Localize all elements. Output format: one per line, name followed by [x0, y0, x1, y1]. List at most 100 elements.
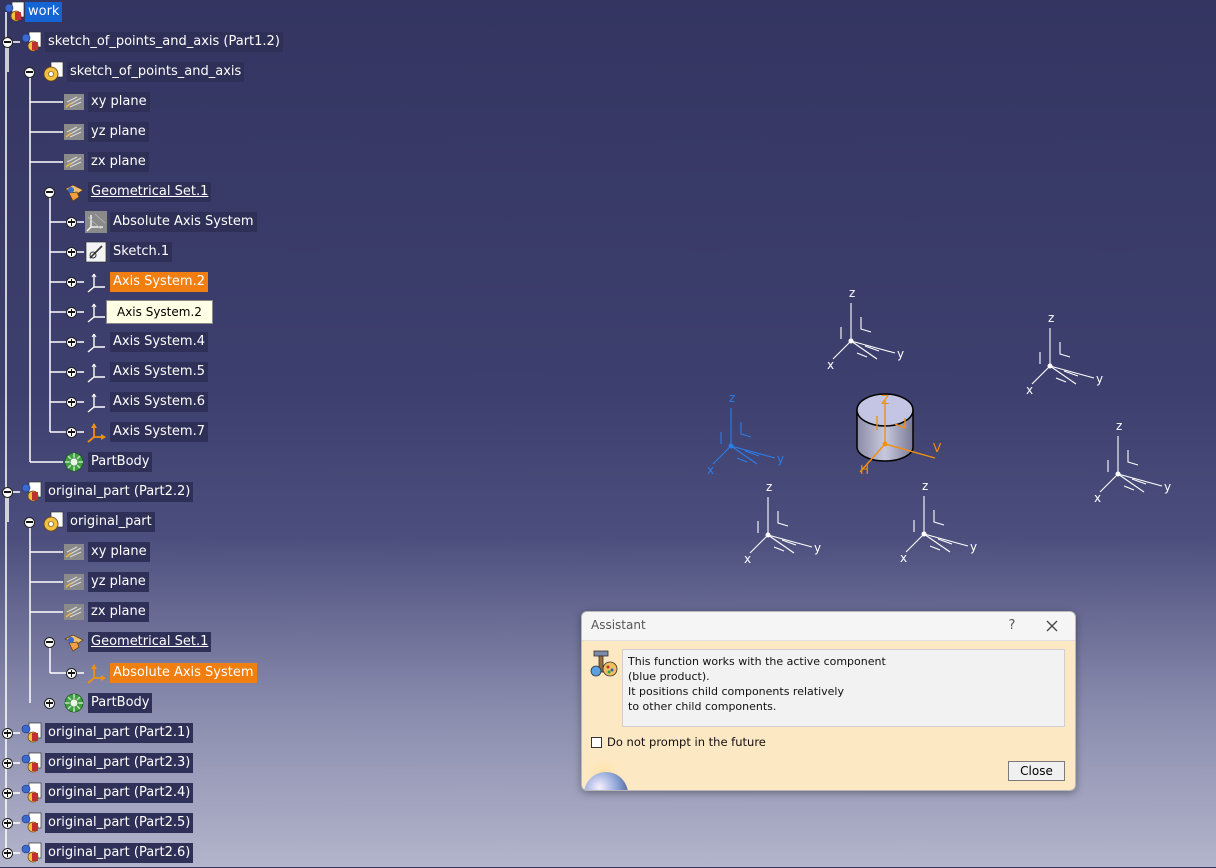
absolute-axis-icon[interactable]: [85, 211, 107, 233]
collapse-toggle-1[interactable]: [2, 36, 13, 48]
axis-label-z: z: [766, 480, 772, 494]
tree-node-label[interactable]: sketch_of_points_and_axis (Part1.2): [45, 32, 283, 52]
tree-node-label[interactable]: zx plane: [88, 152, 149, 172]
product-icon[interactable]: [20, 842, 42, 864]
help-button[interactable]: ?: [1002, 616, 1022, 636]
collapse-toggle-17[interactable]: [24, 516, 35, 528]
assistant-dialog: Assistant ? This function works with the…: [581, 611, 1076, 791]
expand-toggle-13[interactable]: [66, 396, 77, 408]
axis-system-active-icon[interactable]: [85, 421, 107, 443]
expand-toggle-24[interactable]: [2, 727, 13, 739]
do-not-prompt-checkbox[interactable]: [591, 736, 602, 748]
tree-node-label[interactable]: Sketch.1: [110, 242, 173, 262]
collapse-toggle-2[interactable]: [24, 66, 35, 78]
tree-node-label[interactable]: xy plane: [88, 542, 150, 562]
part-icon[interactable]: [42, 61, 64, 83]
tree-node-label[interactable]: original_part (Part2.4): [45, 783, 194, 803]
collapse-toggle-6[interactable]: [44, 186, 55, 198]
tree-node-label[interactable]: zx plane: [88, 602, 149, 622]
tree-node-label[interactable]: xy plane: [88, 92, 150, 112]
axis-label-y: y: [814, 541, 821, 555]
tree-node-label[interactable]: PartBody: [88, 452, 153, 472]
tree-node-label[interactable]: Absolute Axis System: [110, 663, 257, 683]
collapse-toggle-21[interactable]: [44, 636, 55, 648]
expand-toggle-28[interactable]: [2, 847, 13, 859]
expand-toggle-25[interactable]: [2, 757, 13, 769]
tree-node-label[interactable]: Geometrical Set.1: [88, 182, 212, 202]
axis-system-icon[interactable]: [85, 361, 107, 383]
axis-system-triad-6[interactable]: [712, 408, 776, 465]
wizard-hammer-icon: [590, 650, 618, 677]
tree-node-label[interactable]: original_part (Part2.6): [45, 843, 194, 863]
expand-toggle-10[interactable]: [66, 306, 77, 318]
tree-node-label[interactable]: original_part (Part2.3): [45, 753, 194, 773]
expand-toggle-27[interactable]: [2, 817, 13, 829]
part-axis-label-v: V: [933, 441, 942, 455]
plane-icon[interactable]: [63, 151, 85, 173]
plane-icon[interactable]: [63, 541, 85, 563]
expand-toggle-9[interactable]: [66, 276, 77, 288]
product-root-icon[interactable]: [3, 1, 25, 23]
part-axis-label-h: H: [860, 463, 869, 477]
tree-node-label[interactable]: Absolute Axis System: [110, 212, 257, 232]
expand-toggle-23[interactable]: [44, 697, 55, 709]
plane-icon[interactable]: [63, 121, 85, 143]
tree-node-label[interactable]: work: [25, 2, 63, 22]
tree-node-label[interactable]: original_part: [67, 512, 155, 532]
product-icon[interactable]: [20, 752, 42, 774]
axis-system-active-icon[interactable]: [85, 662, 107, 684]
tree-node-label[interactable]: Axis System.4: [110, 332, 208, 352]
axis-system-icon[interactable]: [85, 271, 107, 293]
expand-toggle-26[interactable]: [2, 787, 13, 799]
dialog-close-icon[interactable]: [1041, 615, 1063, 637]
product-icon[interactable]: [20, 481, 42, 503]
expand-toggle-12[interactable]: [66, 366, 77, 378]
message-line-3: It positions child components relatively: [628, 685, 844, 698]
tree-node-label[interactable]: Geometrical Set.1: [88, 632, 212, 652]
geometrical-set-icon[interactable]: [63, 181, 85, 203]
axis-system-triad-5[interactable]: [905, 496, 969, 553]
expand-toggle-8[interactable]: [66, 246, 77, 258]
sketch-icon[interactable]: [85, 241, 107, 263]
geometrical-set-icon[interactable]: [63, 631, 85, 653]
axis-label-z: z: [849, 286, 855, 300]
expand-toggle-7[interactable]: [66, 216, 77, 228]
expand-toggle-11[interactable]: [66, 336, 77, 348]
do-not-prompt-option[interactable]: Do not prompt in the future: [591, 734, 766, 750]
tree-node-label[interactable]: PartBody: [88, 693, 153, 713]
axis-system-icon[interactable]: [85, 391, 107, 413]
tree-node-label[interactable]: yz plane: [88, 122, 149, 142]
tree-node-label[interactable]: original_part (Part2.5): [45, 813, 194, 833]
plane-icon[interactable]: [63, 91, 85, 113]
expand-toggle-22[interactable]: [66, 667, 77, 679]
tree-node-label[interactable]: Axis System.5: [110, 362, 208, 382]
dialog-title-bar[interactable]: Assistant ?: [582, 612, 1075, 641]
tree-node-label[interactable]: Axis System.6: [110, 392, 208, 412]
tree-node-label[interactable]: original_part (Part2.1): [45, 723, 194, 743]
close-button[interactable]: Close: [1008, 761, 1065, 781]
axis-system-triad-3[interactable]: [1099, 436, 1163, 493]
axis-system-icon[interactable]: [85, 331, 107, 353]
axis-system-triad-2[interactable]: [1031, 328, 1095, 385]
collapse-toggle-16[interactable]: [2, 486, 13, 498]
tree-node-label[interactable]: original_part (Part2.2): [45, 482, 194, 502]
product-icon[interactable]: [20, 812, 42, 834]
product-icon[interactable]: [20, 722, 42, 744]
plane-icon[interactable]: [63, 571, 85, 593]
axis-system-icon[interactable]: [85, 301, 107, 323]
part-icon[interactable]: [42, 511, 64, 533]
part-body-icon[interactable]: [63, 451, 85, 473]
axis-system-triad-4[interactable]: [749, 497, 813, 554]
part-body-icon[interactable]: [63, 692, 85, 714]
cylinder-part[interactable]: [856, 393, 936, 473]
tree-node-label[interactable]: Axis System.2: [110, 272, 208, 292]
expand-toggle-14[interactable]: [66, 426, 77, 438]
tree-node-label[interactable]: sketch_of_points_and_axis: [67, 62, 245, 82]
tree-node-label[interactable]: Axis System.7: [110, 422, 208, 442]
axis-system-triad-1[interactable]: [832, 303, 896, 360]
plane-icon[interactable]: [63, 601, 85, 623]
tree-node-label[interactable]: yz plane: [88, 572, 149, 592]
product-icon[interactable]: [20, 31, 42, 53]
message-line-2: (blue product).: [628, 670, 710, 683]
product-icon[interactable]: [20, 782, 42, 804]
